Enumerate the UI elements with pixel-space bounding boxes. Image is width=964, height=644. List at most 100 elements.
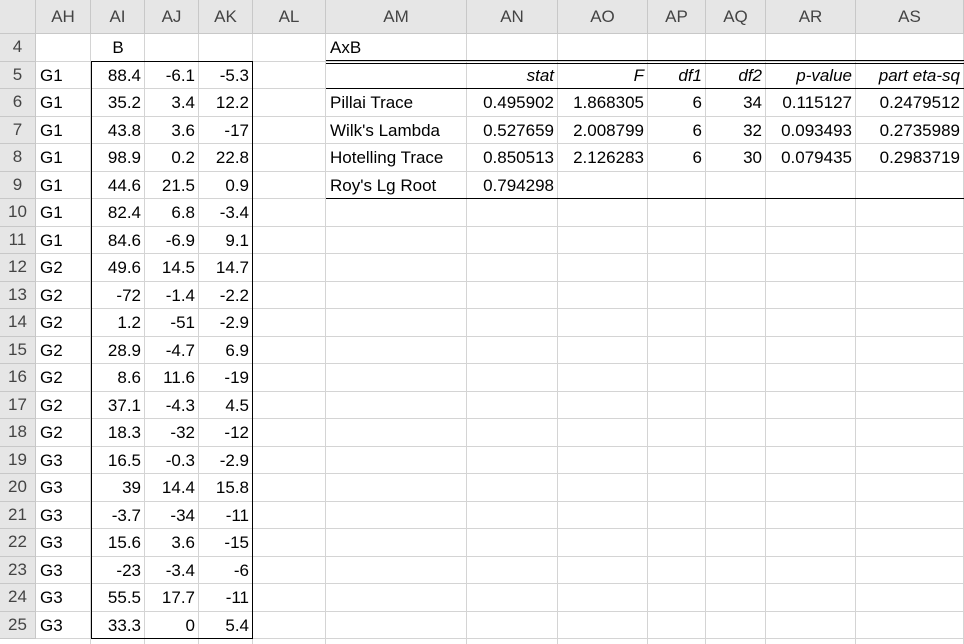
row-header-6[interactable]: 6 <box>0 89 36 117</box>
group-cell[interactable]: G1 <box>36 172 91 200</box>
column-header-ao[interactable]: AO <box>558 0 648 34</box>
data-cell[interactable]: -11 <box>199 502 253 530</box>
data-cell[interactable]: 12.2 <box>199 89 253 117</box>
data-cell[interactable]: 3.6 <box>145 117 199 145</box>
row-header-17[interactable]: 17 <box>0 391 36 419</box>
data-cell[interactable]: 18.3 <box>91 419 145 447</box>
data-cell[interactable]: 11.6 <box>145 364 199 392</box>
data-cell[interactable]: 0 <box>145 612 199 640</box>
row-header-4[interactable]: 4 <box>0 34 36 62</box>
group-cell[interactable]: G1 <box>36 89 91 117</box>
manova-value-cell[interactable]: 6 <box>648 144 706 172</box>
group-cell[interactable]: G3 <box>36 612 91 640</box>
row-header-25[interactable]: 25 <box>0 611 36 639</box>
manova-col-header[interactable]: p-value <box>766 62 856 90</box>
row-header-19[interactable]: 19 <box>0 446 36 474</box>
data-cell[interactable]: -72 <box>91 282 145 310</box>
data-cell[interactable]: -2.2 <box>199 282 253 310</box>
group-cell[interactable]: G3 <box>36 502 91 530</box>
manova-value-cell[interactable]: 0.850513 <box>467 144 558 172</box>
data-cell[interactable]: 0.9 <box>199 172 253 200</box>
data-cell[interactable]: 15.6 <box>91 529 145 557</box>
data-cell[interactable]: -3.4 <box>199 199 253 227</box>
column-header-ai[interactable]: AI <box>91 0 145 34</box>
group-cell[interactable]: G2 <box>36 254 91 282</box>
data-cell[interactable]: 4.5 <box>199 392 253 420</box>
data-cell[interactable]: 17.7 <box>145 584 199 612</box>
manova-value-cell[interactable]: 6 <box>648 117 706 145</box>
data-cell[interactable]: 49.6 <box>91 254 145 282</box>
manova-value-cell[interactable] <box>648 172 706 200</box>
data-cell[interactable]: -34 <box>145 502 199 530</box>
data-cell[interactable]: 14.5 <box>145 254 199 282</box>
group-cell[interactable]: G2 <box>36 309 91 337</box>
manova-value-cell[interactable]: 0.093493 <box>766 117 856 145</box>
data-cell[interactable]: 39 <box>91 474 145 502</box>
data-cell[interactable]: 3.4 <box>145 89 199 117</box>
manova-row-label[interactable]: Roy's Lg Root <box>326 172 467 200</box>
column-header-ap[interactable]: AP <box>648 0 706 34</box>
manova-value-cell[interactable]: 6 <box>648 89 706 117</box>
group-cell[interactable]: G1 <box>36 227 91 255</box>
manova-value-cell[interactable]: 0.079435 <box>766 144 856 172</box>
manova-col-header[interactable]: part eta-sq <box>856 62 964 90</box>
group-cell[interactable]: G3 <box>36 474 91 502</box>
column-header-as[interactable]: AS <box>856 0 964 34</box>
row-header-9[interactable]: 9 <box>0 171 36 199</box>
data-cell[interactable]: -2.9 <box>199 447 253 475</box>
data-cell[interactable]: 9.1 <box>199 227 253 255</box>
manova-row-label[interactable]: Pillai Trace <box>326 89 467 117</box>
manova-value-cell[interactable]: 0.495902 <box>467 89 558 117</box>
manova-value-cell[interactable]: 30 <box>706 144 766 172</box>
data-cell[interactable]: 98.9 <box>91 144 145 172</box>
row-header-10[interactable]: 10 <box>0 199 36 227</box>
data-cell[interactable]: -4.3 <box>145 392 199 420</box>
manova-value-cell[interactable] <box>766 172 856 200</box>
row-header-21[interactable]: 21 <box>0 501 36 529</box>
row-header-7[interactable]: 7 <box>0 116 36 144</box>
manova-value-cell[interactable]: 0.2983719 <box>856 144 964 172</box>
group-cell[interactable]: G2 <box>36 419 91 447</box>
group-cell[interactable]: G3 <box>36 584 91 612</box>
data-cell[interactable]: -6 <box>199 557 253 585</box>
manova-value-cell[interactable] <box>706 172 766 200</box>
row-header-12[interactable]: 12 <box>0 254 36 282</box>
data-cell[interactable]: 15.8 <box>199 474 253 502</box>
data-cell[interactable]: -51 <box>145 309 199 337</box>
row-header-14[interactable]: 14 <box>0 309 36 337</box>
manova-value-cell[interactable]: 1.868305 <box>558 89 648 117</box>
manova-value-cell[interactable]: 2.126283 <box>558 144 648 172</box>
manova-value-cell[interactable]: 0.794298 <box>467 172 558 200</box>
manova-col-header[interactable]: df2 <box>706 62 766 90</box>
row-header-18[interactable]: 18 <box>0 419 36 447</box>
data-cell[interactable]: -2.9 <box>199 309 253 337</box>
data-cell[interactable]: 21.5 <box>145 172 199 200</box>
group-cell[interactable]: G3 <box>36 447 91 475</box>
data-cell[interactable]: 16.5 <box>91 447 145 475</box>
manova-title[interactable]: AxB <box>326 34 467 62</box>
data-cell[interactable]: 88.4 <box>91 62 145 90</box>
data-cell[interactable]: 84.6 <box>91 227 145 255</box>
spreadsheet-grid[interactable]: AH AI AJ AK AL AM AN AO AP AQ AR AS 4 5 6 7 8 9 10 11 12 13 14… <box>0 0 964 644</box>
group-cell[interactable]: G1 <box>36 199 91 227</box>
manova-value-cell[interactable] <box>856 172 964 200</box>
group-cell[interactable]: G2 <box>36 282 91 310</box>
data-cell[interactable]: -23 <box>91 557 145 585</box>
column-header-ah[interactable]: AH <box>36 0 91 34</box>
data-cell[interactable]: 3.6 <box>145 529 199 557</box>
data-cell[interactable]: 28.9 <box>91 337 145 365</box>
data-cell[interactable]: -11 <box>199 584 253 612</box>
row-header-16[interactable]: 16 <box>0 364 36 392</box>
manova-row-label[interactable]: Hotelling Trace <box>326 144 467 172</box>
data-cell[interactable]: -32 <box>145 419 199 447</box>
data-cell[interactable]: -19 <box>199 364 253 392</box>
data-cell[interactable]: 44.6 <box>91 172 145 200</box>
data-cell[interactable]: 6.9 <box>199 337 253 365</box>
data-cell[interactable]: 22.8 <box>199 144 253 172</box>
row-header-15[interactable]: 15 <box>0 336 36 364</box>
data-cell[interactable]: -0.3 <box>145 447 199 475</box>
data-cell[interactable]: 43.8 <box>91 117 145 145</box>
data-cell[interactable]: 37.1 <box>91 392 145 420</box>
manova-value-cell[interactable]: 0.115127 <box>766 89 856 117</box>
column-header-al[interactable]: AL <box>253 0 326 34</box>
